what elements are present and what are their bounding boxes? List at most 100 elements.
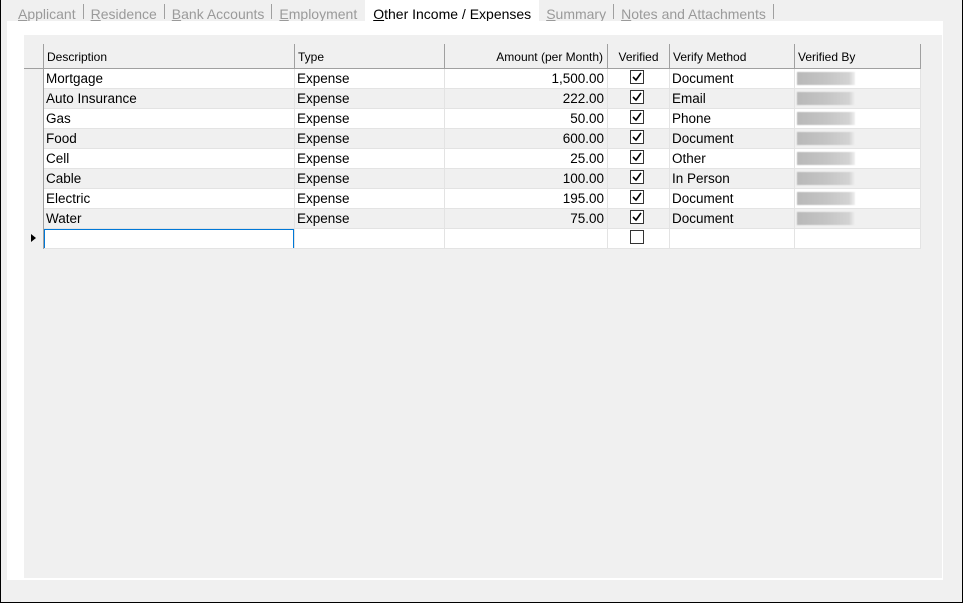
new-row-verify-method-cell[interactable] <box>670 229 795 248</box>
amount-cell[interactable]: 100.00 <box>445 169 608 188</box>
verified-cell[interactable] <box>608 129 670 148</box>
description-input[interactable] <box>44 229 294 248</box>
verified-checkbox[interactable] <box>629 130 644 144</box>
verified-checkbox[interactable] <box>629 150 644 164</box>
redacted-name <box>797 92 855 105</box>
column-header-amount[interactable]: Amount (per Month) <box>445 44 608 68</box>
row-header[interactable] <box>24 129 44 149</box>
type-cell[interactable]: Expense <box>295 209 445 228</box>
type-cell[interactable]: Expense <box>295 149 445 168</box>
table-row[interactable]: Electric Expense 195.00 Document <box>24 189 921 209</box>
description-cell[interactable]: Food <box>44 129 295 148</box>
new-row-type-cell[interactable] <box>295 229 445 248</box>
tab-label-mnemonic: O <box>373 6 385 22</box>
verify-method-cell[interactable]: Document <box>670 69 795 88</box>
check-mark-icon <box>631 212 642 222</box>
amount-cell[interactable]: 195.00 <box>445 189 608 208</box>
amount-cell[interactable]: 75.00 <box>445 209 608 228</box>
description-cell[interactable]: Auto Insurance <box>44 89 295 108</box>
grid-header: Description Type Amount (per Month) Veri… <box>24 44 921 69</box>
table-row[interactable]: Cable Expense 100.00 In Person <box>24 169 921 189</box>
table-row[interactable]: Gas Expense 50.00 Phone <box>24 109 921 129</box>
verified-cell[interactable] <box>608 69 670 88</box>
row-header[interactable] <box>24 169 44 189</box>
column-header-verified[interactable]: Verified <box>608 44 670 68</box>
verified-cell[interactable] <box>608 109 670 128</box>
description-cell[interactable]: Cell <box>44 149 295 168</box>
description-cell[interactable]: Gas <box>44 109 295 128</box>
type-cell[interactable]: Expense <box>295 129 445 148</box>
verified-cell[interactable] <box>608 189 670 208</box>
window-frame: Applicant Residence Bank Accounts Employ… <box>0 0 963 603</box>
verified-by-cell[interactable] <box>795 169 921 188</box>
type-cell[interactable]: Expense <box>295 89 445 108</box>
amount-cell[interactable]: 600.00 <box>445 129 608 148</box>
table-row[interactable]: Auto Insurance Expense 222.00 Email <box>24 89 921 109</box>
verified-checkbox[interactable] <box>629 90 644 104</box>
description-cell[interactable]: Mortgage <box>44 69 295 88</box>
verified-by-cell[interactable] <box>795 209 921 228</box>
verified-by-cell[interactable] <box>795 149 921 168</box>
table-row[interactable]: Food Expense 600.00 Document <box>24 129 921 149</box>
verified-cell[interactable] <box>608 89 670 108</box>
amount-cell[interactable]: 50.00 <box>445 109 608 128</box>
verify-method-cell[interactable]: Document <box>670 209 795 228</box>
verify-method-cell[interactable]: Document <box>670 189 795 208</box>
verified-by-cell[interactable] <box>795 129 921 148</box>
description-cell[interactable]: Electric <box>44 189 295 208</box>
new-row-description-cell[interactable] <box>44 229 295 248</box>
row-header[interactable] <box>24 149 44 169</box>
verified-by-cell[interactable] <box>795 109 921 128</box>
row-header[interactable] <box>24 189 44 209</box>
verify-method-cell[interactable]: Email <box>670 89 795 108</box>
row-header[interactable] <box>24 69 44 89</box>
new-row-verified-cell[interactable] <box>608 229 670 248</box>
amount-cell[interactable]: 1,500.00 <box>445 69 608 88</box>
type-cell[interactable]: Expense <box>295 169 445 188</box>
table-row[interactable]: Water Expense 75.00 Document <box>24 209 921 229</box>
redacted-name <box>797 192 855 205</box>
row-header[interactable] <box>24 89 44 109</box>
column-header-type[interactable]: Type <box>295 44 445 68</box>
grid-body: Mortgage Expense 1,500.00 Document Auto Insu… <box>24 69 921 229</box>
row-header[interactable] <box>24 109 44 129</box>
row-header[interactable] <box>24 229 44 249</box>
row-header[interactable] <box>24 209 44 229</box>
description-cell[interactable]: Water <box>44 209 295 228</box>
verify-method-cell[interactable]: Other <box>670 149 795 168</box>
tab-label: pplicant <box>27 6 76 22</box>
verified-checkbox[interactable] <box>629 210 644 224</box>
verified-checkbox[interactable] <box>629 170 644 184</box>
new-row-verified-by-cell[interactable] <box>795 229 921 248</box>
column-header-verify-method[interactable]: Verify Method <box>670 44 795 68</box>
redacted-name <box>797 72 855 85</box>
verified-by-cell[interactable] <box>795 69 921 88</box>
new-row[interactable] <box>24 229 921 249</box>
verified-cell[interactable] <box>608 149 670 168</box>
type-cell[interactable]: Expense <box>295 109 445 128</box>
verify-method-cell[interactable]: Phone <box>670 109 795 128</box>
type-cell[interactable]: Expense <box>295 69 445 88</box>
table-row[interactable]: Mortgage Expense 1,500.00 Document <box>24 69 921 89</box>
description-cell[interactable]: Cable <box>44 169 295 188</box>
verified-checkbox[interactable] <box>629 110 644 124</box>
column-header-description[interactable]: Description <box>44 44 295 68</box>
verified-cell[interactable] <box>608 209 670 228</box>
tab-label-mnemonic: N <box>621 6 632 22</box>
column-header-verified-by[interactable]: Verified By <box>795 44 921 68</box>
type-cell[interactable]: Expense <box>295 189 445 208</box>
check-mark-icon <box>631 72 642 82</box>
verified-cell[interactable] <box>608 169 670 188</box>
verified-checkbox[interactable] <box>629 70 644 84</box>
row-header-corner <box>24 44 44 68</box>
new-row-amount-cell[interactable] <box>445 229 608 248</box>
verify-method-cell[interactable]: Document <box>670 129 795 148</box>
verified-checkbox[interactable] <box>629 190 644 204</box>
verified-checkbox[interactable] <box>629 230 644 244</box>
amount-cell[interactable]: 222.00 <box>445 89 608 108</box>
verified-by-cell[interactable] <box>795 189 921 208</box>
verify-method-cell[interactable]: In Person <box>670 169 795 188</box>
verified-by-cell[interactable] <box>795 89 921 108</box>
amount-cell[interactable]: 25.00 <box>445 149 608 168</box>
table-row[interactable]: Cell Expense 25.00 Other <box>24 149 921 169</box>
